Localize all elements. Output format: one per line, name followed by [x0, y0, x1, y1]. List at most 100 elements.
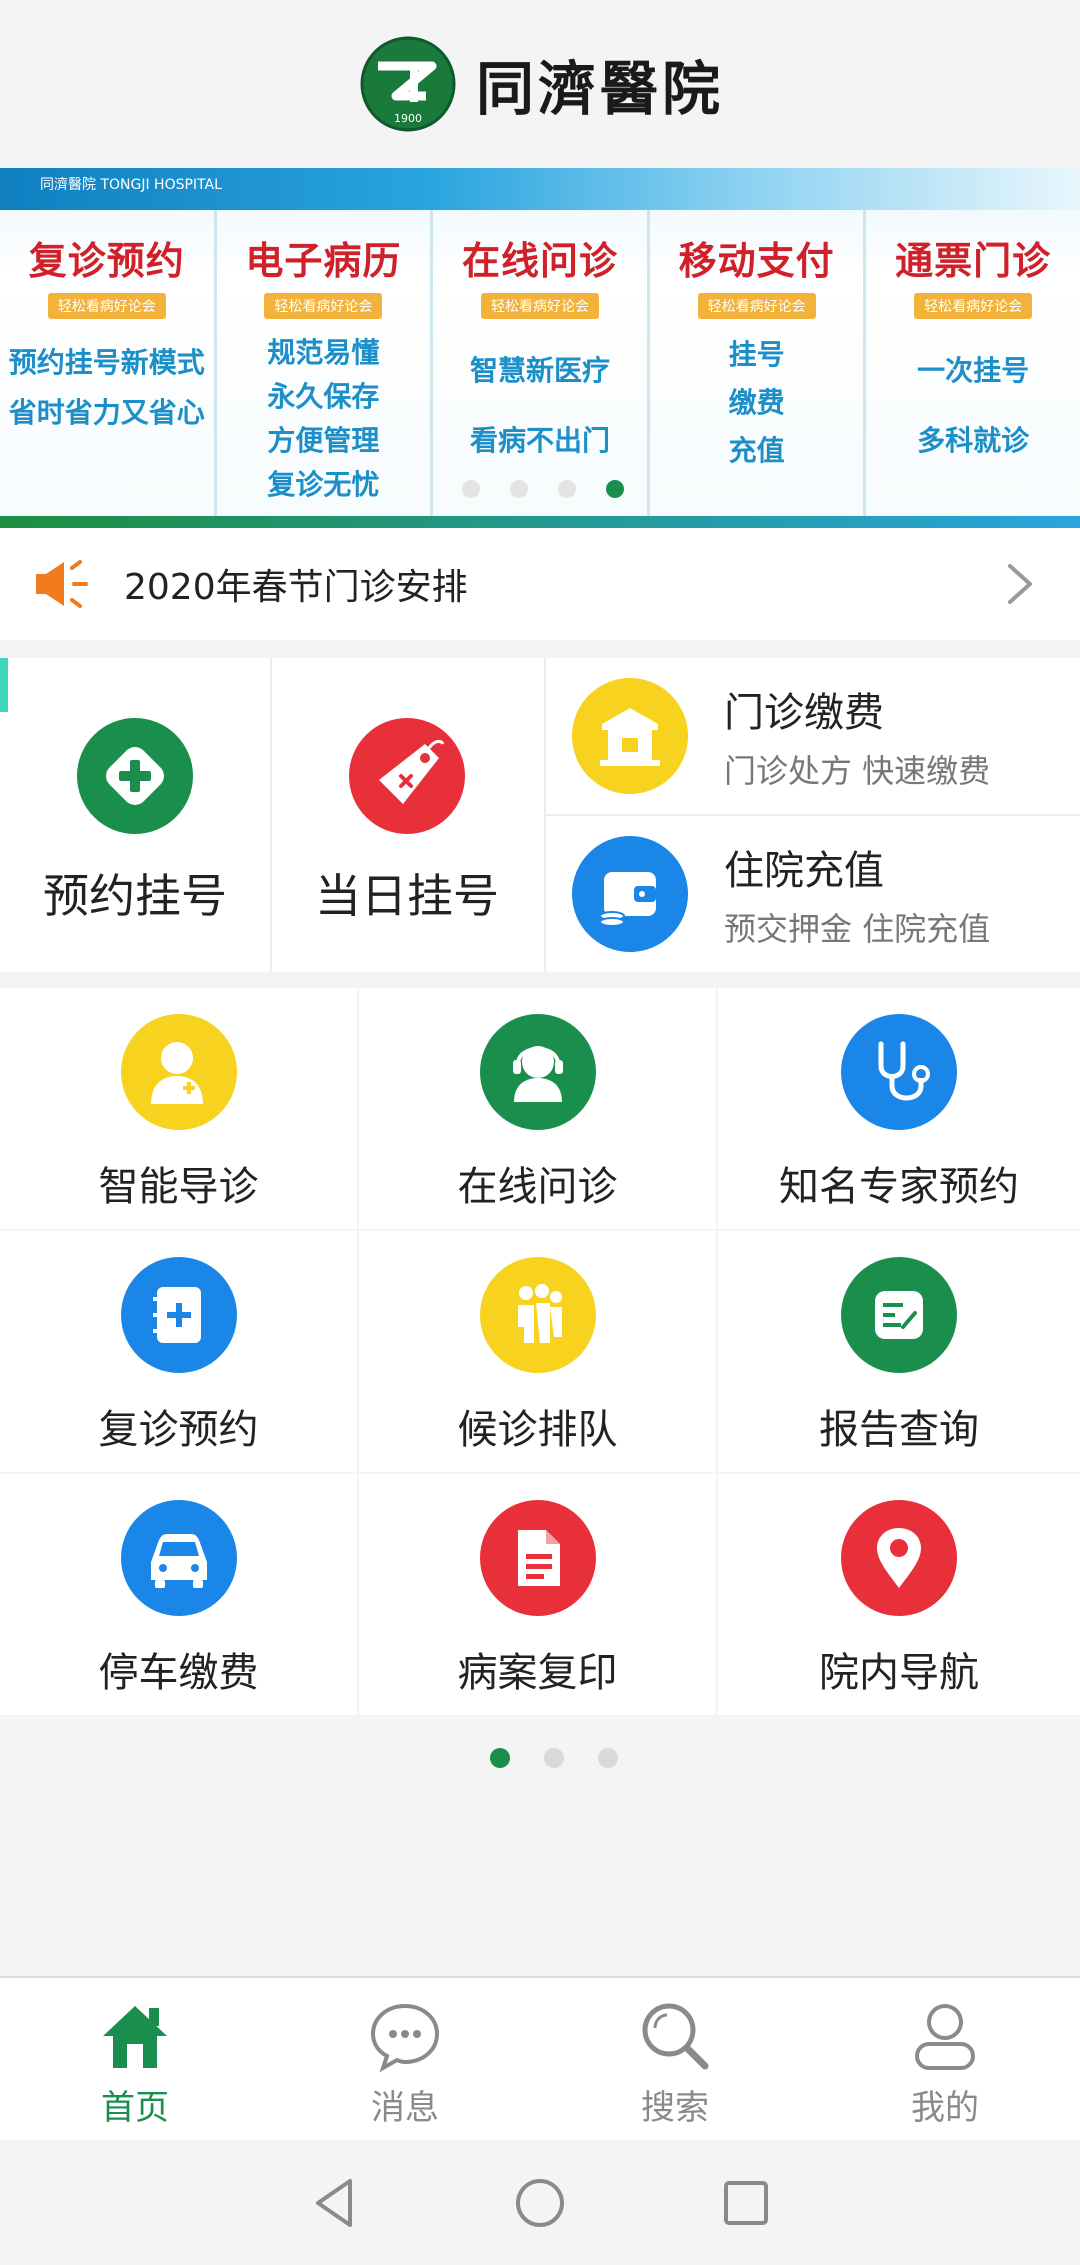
banner-column-title: 移动支付: [678, 239, 835, 283]
hospital-logo: 1900 同濟醫院: [356, 34, 724, 134]
banner-column: 移动支付 轻松看病好论会 挂号 缴费 充值: [650, 210, 867, 516]
service-label: 报告查询: [819, 1407, 979, 1453]
banner-bottom-stripe: [0, 516, 1080, 528]
parking-payment-button[interactable]: 停车缴费: [0, 1474, 357, 1715]
banner-column-title: 电子病历: [245, 239, 402, 283]
outpatient-payment-subtitle: 门诊处方 快速缴费: [724, 752, 991, 790]
search-icon: [642, 2003, 709, 2070]
service-label: 院内导航: [819, 1650, 979, 1696]
wallet-icon: [572, 836, 688, 952]
hospital-logo-icon: 1900: [360, 36, 456, 132]
inpatient-recharge-subtitle: 预交押金 住院充值: [724, 910, 991, 948]
banner-line: 方便管理: [267, 424, 380, 457]
appointment-label: 预约挂号: [43, 869, 227, 923]
inpatient-recharge-text: 住院充值 预交押金 住院充值: [724, 838, 990, 950]
app-header: 1900 同濟醫院: [0, 0, 1080, 168]
chevron-right-icon: [1008, 564, 1032, 604]
grid-page-dot-active[interactable]: [490, 1748, 510, 1768]
grid-page-dot[interactable]: [598, 1748, 618, 1768]
hospital-name: 同濟醫院: [475, 55, 724, 123]
tab-search[interactable]: 搜索: [540, 1978, 810, 2140]
recent-apps-icon[interactable]: [718, 2175, 774, 2231]
banner-line: 智慧新医疗: [469, 354, 610, 387]
inpatient-recharge-button[interactable]: 住院充值 预交押金 住院充值: [546, 816, 1080, 972]
banner-column-tag: 轻松看病好论会: [47, 293, 166, 319]
tag-icon: [349, 718, 465, 834]
banner-column-lines: 一次挂号 多科就诊: [917, 349, 1029, 459]
notebook-plus-icon: [120, 1257, 237, 1373]
people-queue-icon: [479, 1257, 596, 1373]
notice-text: 2020年春节门诊安排: [124, 567, 468, 608]
banner-dot[interactable]: [558, 480, 576, 498]
banner-line: 多科就诊: [917, 424, 1030, 457]
back-icon[interactable]: [306, 2175, 362, 2231]
banner-column-title: 复诊预约: [28, 239, 185, 283]
report-query-button[interactable]: 报告查询: [718, 1231, 1080, 1472]
follow-up-appointment-button[interactable]: 复诊预约: [0, 1231, 357, 1472]
expert-appointment-button[interactable]: 知名专家预约: [718, 988, 1080, 1229]
banner-dot[interactable]: [510, 480, 528, 498]
system-nav-bar: [0, 2140, 1080, 2265]
tab-label: 消息: [371, 2088, 439, 2128]
message-icon: [370, 2003, 440, 2073]
hospital-navigation-button[interactable]: 院内导航: [718, 1474, 1080, 1715]
banner-dot[interactable]: [462, 480, 480, 498]
smart-triage-button[interactable]: 智能导诊: [0, 988, 357, 1229]
tab-home[interactable]: 首页: [0, 1978, 270, 2140]
location-pin-icon: [841, 1500, 957, 1616]
banner-columns: 复诊预约 轻松看病好论会 预约挂号新模式 省时省力又省心 电子病历 轻松看病好论…: [0, 210, 1080, 516]
quick-access-panel: 预约挂号 当日挂号 门诊缴费 门诊处方 快速缴费 住院充值 预交押金 住院充值: [0, 658, 1080, 972]
service-label: 候诊排队: [457, 1407, 618, 1453]
online-consult-button[interactable]: 在线问诊: [359, 988, 716, 1229]
medical-plus-icon: [77, 718, 193, 834]
banner-line: 永久保存: [267, 380, 380, 413]
megaphone-icon: [36, 560, 88, 608]
notice-bar[interactable]: 2020年春节门诊安排: [0, 528, 1080, 640]
home-circle-icon[interactable]: [512, 2175, 568, 2231]
banner-column-tag: 轻松看病好论会: [480, 293, 599, 319]
banner-line: 省时省力又省心: [8, 396, 205, 429]
tab-messages[interactable]: 消息: [270, 1978, 540, 2140]
banner-pagination: [462, 480, 624, 498]
waiting-queue-button[interactable]: 候诊排队: [359, 1231, 716, 1472]
banner-column-title: 通票门诊: [895, 239, 1052, 283]
tab-profile[interactable]: 我的: [810, 1978, 1080, 2140]
banner-column-title: 在线问诊: [461, 239, 618, 283]
banner-column-lines: 智慧新医疗 看病不出门: [470, 349, 610, 459]
appointment-button[interactable]: 预约挂号: [0, 658, 270, 972]
banner-line: 充值: [728, 434, 785, 467]
grid-page-dot[interactable]: [544, 1748, 564, 1768]
banner-line: 缴费: [728, 386, 785, 419]
medical-record-copy-button[interactable]: 病案复印: [359, 1474, 716, 1715]
banner-column: 复诊预约 轻松看病好论会 预约挂号新模式 省时省力又省心: [0, 210, 217, 516]
building-icon: [572, 678, 688, 794]
banner-column-tag: 轻松看病好论会: [914, 293, 1033, 319]
same-day-register-button[interactable]: 当日挂号: [272, 658, 542, 972]
bottom-tab-bar: 首页 消息 搜索 我的: [0, 1976, 1080, 2140]
service-label: 停车缴费: [98, 1650, 259, 1696]
banner-line: 规范易懂: [267, 336, 380, 369]
tab-label: 我的: [911, 2088, 979, 2128]
user-icon: [915, 2004, 975, 2070]
banner-line: 一次挂号: [917, 354, 1030, 387]
outpatient-payment-text: 门诊缴费 门诊处方 快速缴费: [724, 680, 990, 792]
grid-pagination: [490, 1748, 618, 1768]
stethoscope-icon: [841, 1014, 957, 1130]
banner-line: 复诊无忧: [267, 468, 380, 501]
banner-column-tag: 轻松看病好论会: [697, 293, 816, 319]
service-label: 智能导诊: [98, 1164, 259, 1210]
banner-dot-active[interactable]: [606, 480, 624, 498]
promo-banner[interactable]: 同濟醫院 TONGJI HOSPITAL 复诊预约 轻松看病好论会 预约挂号新模…: [0, 168, 1080, 528]
headset-icon: [479, 1014, 596, 1130]
service-label: 在线问诊: [457, 1164, 618, 1210]
service-label: 病案复印: [457, 1650, 618, 1696]
outpatient-payment-button[interactable]: 门诊缴费 门诊处方 快速缴费: [546, 658, 1080, 814]
banner-column-lines: 规范易懂 永久保存 方便管理 复诊无忧: [267, 331, 379, 503]
service-grid: 智能导诊 在线问诊 知名专家预约 复诊预约 候诊排队 报告查询 停车缴费 病案复…: [0, 988, 1080, 1722]
service-label: 知名专家预约: [779, 1164, 1019, 1210]
document-icon: [479, 1500, 596, 1616]
inpatient-recharge-title: 住院充值: [724, 848, 884, 894]
banner-column: 在线问诊 轻松看病好论会 智慧新医疗 看病不出门: [433, 210, 650, 516]
logo-year: 1900: [394, 112, 422, 125]
banner-line: 看病不出门: [469, 424, 610, 457]
